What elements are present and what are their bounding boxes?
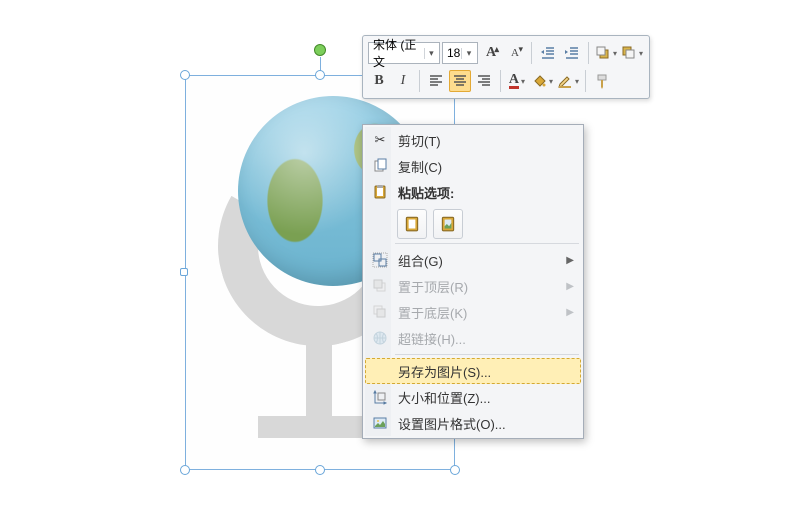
resize-handle-tl[interactable]	[180, 70, 190, 80]
submenu-arrow-icon: ▶	[566, 307, 574, 318]
copy-icon	[371, 157, 389, 175]
font-size-value: 18	[447, 46, 460, 60]
increase-indent-icon	[564, 45, 580, 61]
send-back-icon	[371, 303, 389, 321]
bold-button[interactable]: B	[368, 70, 390, 92]
format-picture-icon	[371, 414, 389, 432]
increase-indent-button[interactable]	[561, 42, 583, 64]
pencil-outline-icon	[557, 73, 573, 89]
size-position-icon	[371, 388, 389, 406]
layers-back-icon	[621, 45, 637, 61]
menu-cut[interactable]: ✂ 剪切(T)	[365, 127, 581, 153]
bring-front-icon	[371, 277, 389, 295]
decrease-indent-button[interactable]	[537, 42, 559, 64]
fill-color-button[interactable]	[530, 70, 554, 92]
shrink-font-button[interactable]: A▾	[504, 42, 526, 64]
paste-options-row	[397, 209, 581, 239]
menu-bring-to-front[interactable]: 置于顶层(R) ▶	[365, 273, 581, 299]
document-canvas: 宋体 (正文 ▾ 18 ▾ A▴ A▾	[0, 0, 800, 518]
font-size-combo[interactable]: 18 ▾	[442, 42, 478, 64]
align-center-button[interactable]	[449, 70, 471, 92]
font-color-icon: A	[509, 74, 519, 89]
menu-send-to-back[interactable]: 置于底层(K) ▶	[365, 299, 581, 325]
chevron-down-icon: ▾	[424, 48, 435, 59]
layers-front-icon	[595, 45, 611, 61]
submenu-arrow-icon: ▶	[566, 255, 574, 266]
menu-save-as-picture[interactable]: 另存为图片(S)...	[365, 358, 581, 384]
mini-toolbar: 宋体 (正文 ▾ 18 ▾ A▴ A▾	[362, 35, 650, 99]
paste-option-keep-formatting[interactable]	[397, 209, 427, 239]
outline-color-button[interactable]	[556, 70, 580, 92]
menu-copy[interactable]: 复制(C)	[365, 153, 581, 179]
menu-hyperlink[interactable]: 超链接(H)...	[365, 325, 581, 351]
resize-handle-bl[interactable]	[180, 465, 190, 475]
scissors-icon: ✂	[371, 131, 389, 149]
clipboard-picture-icon	[439, 215, 457, 233]
resize-handle-ml[interactable]	[180, 268, 188, 276]
bring-forward-button[interactable]	[594, 42, 618, 64]
hyperlink-icon	[371, 329, 389, 347]
italic-button[interactable]: I	[392, 70, 414, 92]
resize-handle-br[interactable]	[450, 465, 460, 475]
font-color-button[interactable]: A	[506, 70, 528, 92]
align-right-icon	[476, 73, 492, 89]
clipboard-icon	[371, 183, 389, 201]
submenu-arrow-icon: ▶	[566, 281, 574, 292]
paintbrush-icon	[594, 73, 610, 89]
clipboard-blank-icon	[403, 215, 421, 233]
align-center-icon	[452, 73, 468, 89]
group-icon	[371, 251, 389, 269]
align-left-icon	[428, 73, 444, 89]
menu-format-picture[interactable]: 设置图片格式(O)...	[365, 410, 581, 436]
format-painter-button[interactable]	[591, 70, 613, 92]
menu-paste-options-header: 粘贴选项:	[365, 179, 581, 205]
paste-option-picture[interactable]	[433, 209, 463, 239]
align-left-button[interactable]	[425, 70, 447, 92]
menu-size-and-position[interactable]: 大小和位置(Z)...	[365, 384, 581, 410]
grow-font-button[interactable]: A▴	[480, 42, 502, 64]
align-right-button[interactable]	[473, 70, 495, 92]
send-backward-button[interactable]	[620, 42, 644, 64]
resize-handle-tm[interactable]	[315, 70, 325, 80]
font-name-value: 宋体 (正文	[373, 36, 424, 70]
chevron-down-icon: ▾	[461, 48, 473, 59]
decrease-indent-icon	[540, 45, 556, 61]
menu-group[interactable]: 组合(G) ▶	[365, 247, 581, 273]
rotate-handle[interactable]	[314, 44, 326, 56]
resize-handle-bm[interactable]	[315, 465, 325, 475]
paint-bucket-icon	[531, 73, 547, 89]
context-menu: ✂ 剪切(T) 复制(C) 粘贴选项:	[362, 124, 584, 439]
font-name-combo[interactable]: 宋体 (正文 ▾	[368, 42, 440, 64]
